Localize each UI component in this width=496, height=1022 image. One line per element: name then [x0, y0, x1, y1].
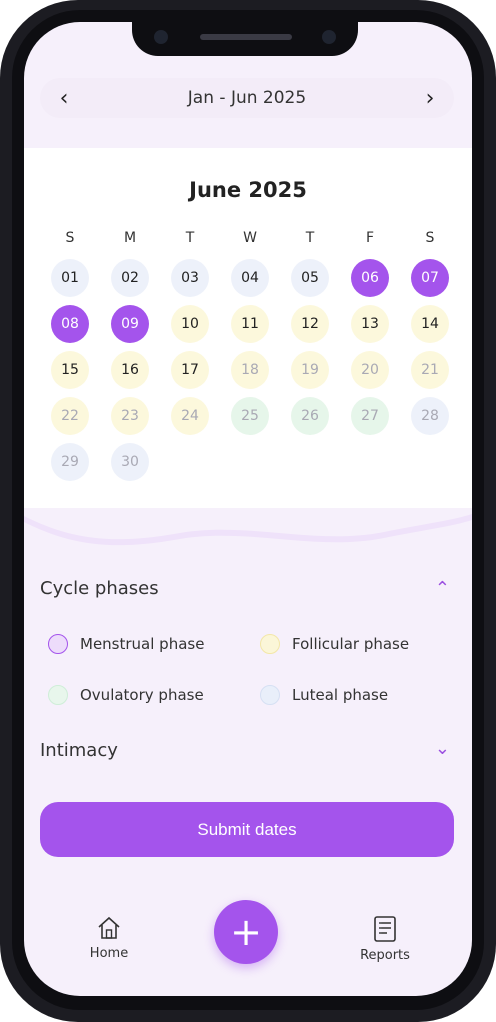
camera-icon — [154, 30, 168, 44]
calendar-day[interactable]: 19 — [291, 351, 329, 389]
nav-reports-label: Reports — [360, 948, 410, 963]
calendar-day[interactable]: 23 — [111, 397, 149, 435]
calendar-day[interactable]: 21 — [411, 351, 449, 389]
app-screen: ‹ Jan - Jun 2025 › June 2025 S M T W T F S 01 0… — [24, 22, 472, 996]
calendar-day[interactable]: 26 — [291, 397, 329, 435]
notch — [132, 22, 358, 56]
date-range-selector: ‹ Jan - Jun 2025 › — [40, 78, 454, 118]
calendar-day[interactable]: 04 — [231, 259, 269, 297]
weekday-label: M — [123, 230, 137, 246]
intimacy-title: Intimacy — [40, 740, 118, 761]
nav-reports[interactable]: Reports — [350, 914, 420, 963]
weekday-label: F — [365, 230, 375, 246]
bottom-nav: Home + Reports — [24, 900, 472, 996]
legend-label: Ovulatory phase — [80, 686, 204, 704]
calendar-day-selected[interactable]: 09 — [111, 305, 149, 343]
legend-item: Follicular phase — [260, 634, 409, 654]
calendar-day[interactable]: 01 — [51, 259, 89, 297]
calendar-day-selected[interactable]: 07 — [411, 259, 449, 297]
calendar-day[interactable]: 13 — [351, 305, 389, 343]
chevron-up-icon[interactable]: ⌃ — [435, 578, 450, 599]
calendar-day[interactable]: 17 — [171, 351, 209, 389]
weekday-label: S — [65, 230, 75, 246]
plus-icon: + — [230, 910, 262, 954]
calendar-day[interactable]: 29 — [51, 443, 89, 481]
calendar-day[interactable]: 20 — [351, 351, 389, 389]
month-title: June 2025 — [189, 178, 307, 202]
calendar-day[interactable]: 11 — [231, 305, 269, 343]
legend-label: Menstrual phase — [80, 635, 205, 653]
calendar-day[interactable]: 14 — [411, 305, 449, 343]
date-range-label: Jan - Jun 2025 — [187, 88, 307, 108]
legend-swatch — [260, 685, 280, 705]
weekday-label: S — [425, 230, 435, 246]
calendar-day[interactable]: 22 — [51, 397, 89, 435]
calendar: June 2025 S M T W T F S 01 02 03 04 05 06 07 08 09 10 11… — [24, 148, 472, 508]
home-icon — [98, 916, 120, 939]
legend-swatch — [48, 685, 68, 705]
add-button[interactable]: + — [214, 900, 278, 964]
chevron-down-icon[interactable]: ⌄ — [435, 738, 450, 759]
calendar-day[interactable]: 28 — [411, 397, 449, 435]
calendar-day[interactable]: 12 — [291, 305, 329, 343]
calendar-day[interactable]: 15 — [51, 351, 89, 389]
calendar-day[interactable]: 30 — [111, 443, 149, 481]
legend-label: Follicular phase — [292, 635, 410, 653]
calendar-day[interactable]: 02 — [111, 259, 149, 297]
sensor-icon — [322, 30, 336, 44]
calendar-day-selected[interactable]: 08 — [51, 305, 89, 343]
calendar-day[interactable]: 24 — [171, 397, 209, 435]
nav-home-label: Home — [89, 946, 129, 961]
weekday-label: W — [243, 230, 257, 246]
calendar-day[interactable]: 25 — [231, 397, 269, 435]
submit-dates-button[interactable]: Submit dates — [40, 802, 454, 857]
nav-home[interactable]: Home — [74, 914, 144, 961]
calendar-day[interactable]: 16 — [111, 351, 149, 389]
calendar-day[interactable]: 05 — [291, 259, 329, 297]
calendar-day-selected[interactable]: 06 — [351, 259, 389, 297]
weekday-label: T — [305, 230, 315, 246]
wave-divider — [24, 514, 472, 566]
chevron-right-icon[interactable]: › — [418, 86, 442, 111]
report-icon — [374, 916, 396, 942]
calendar-day[interactable]: 27 — [351, 397, 389, 435]
legend-label: Luteal phase — [292, 686, 389, 704]
legend-item: Ovulatory phase — [48, 685, 204, 705]
legend-item: Luteal phase — [260, 685, 388, 705]
calendar-day[interactable]: 18 — [231, 351, 269, 389]
calendar-day[interactable]: 10 — [171, 305, 209, 343]
legend-item: Menstrual phase — [48, 634, 204, 654]
cycle-phases-title: Cycle phases — [40, 578, 159, 599]
chevron-left-icon[interactable]: ‹ — [52, 86, 76, 111]
legend-swatch — [260, 634, 280, 654]
speaker-grille — [200, 34, 292, 40]
legend-swatch — [48, 634, 68, 654]
weekday-label: T — [185, 230, 195, 246]
calendar-day[interactable]: 03 — [171, 259, 209, 297]
